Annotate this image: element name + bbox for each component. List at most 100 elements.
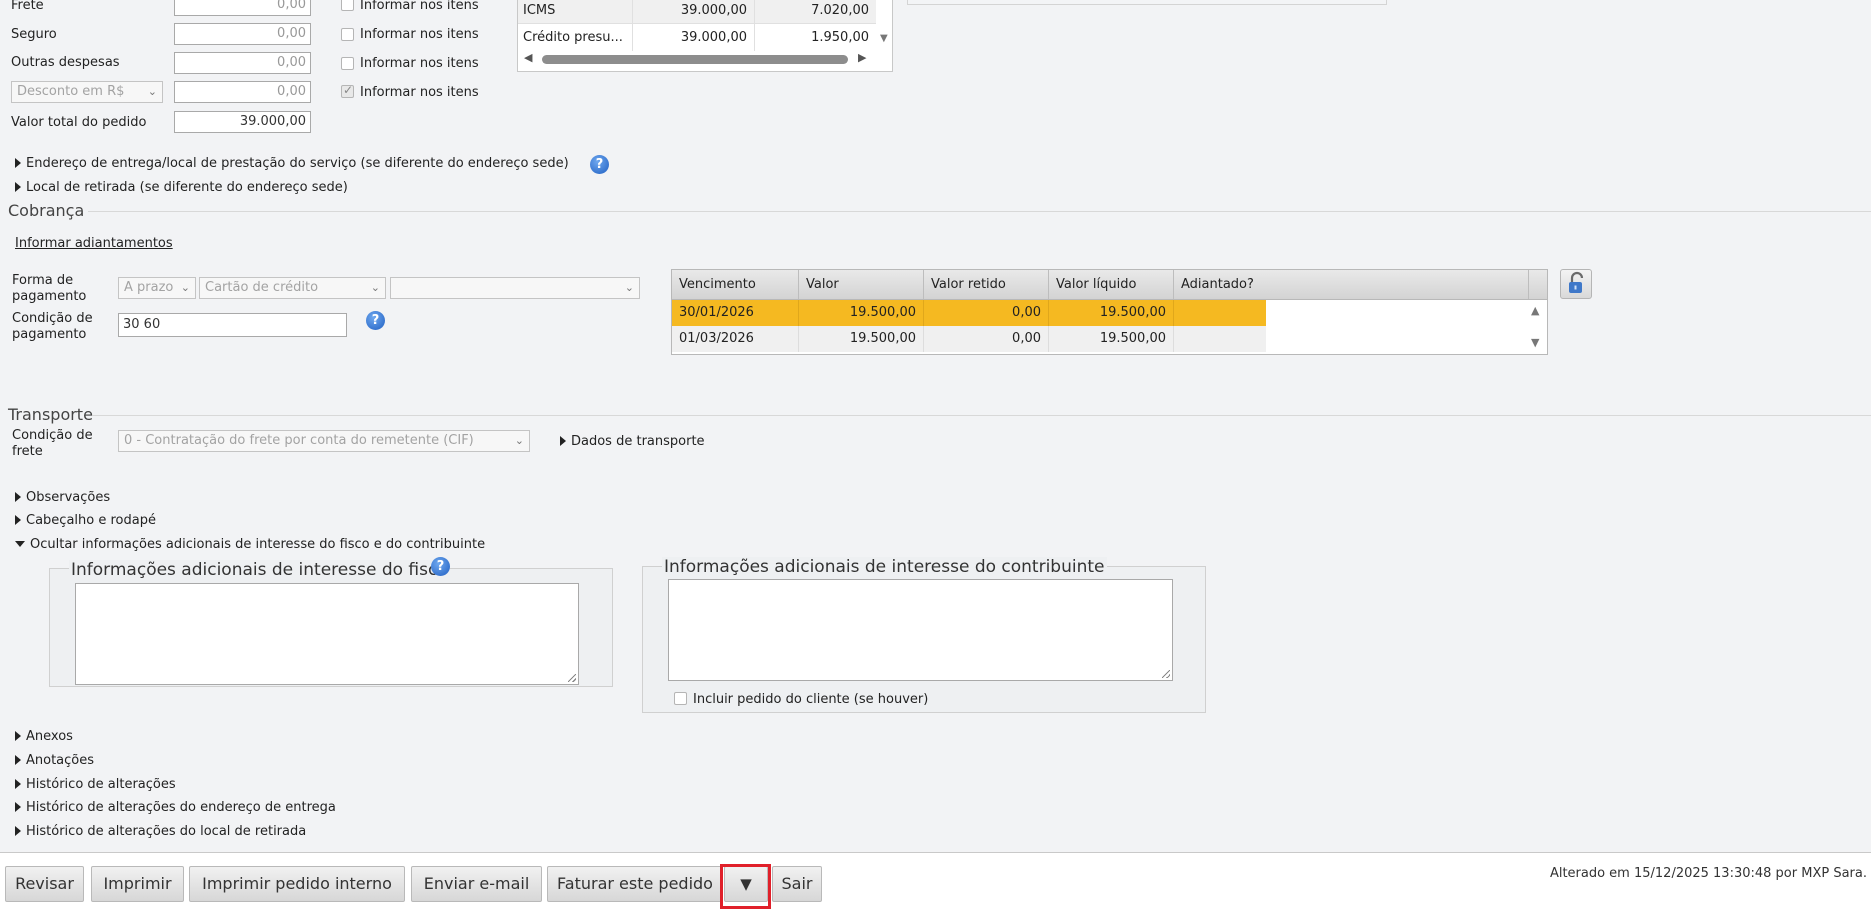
table-row[interactable]: 01/03/2026 19.500,00 0,00 19.500,00	[672, 326, 1266, 352]
condicao-frete-value: 0 - Contratação do frete por conta do re…	[124, 433, 474, 448]
expand-arrow-icon	[560, 436, 566, 446]
tax-table: ICMS 39.000,00 7.020,00 Crédito presu...…	[517, 0, 893, 72]
forma-extra-select[interactable]: ⌄	[390, 277, 640, 299]
col-header-valor[interactable]: Valor	[798, 270, 923, 299]
forma-meio-select[interactable]: Cartão de crédito ⌄	[199, 277, 386, 299]
help-icon[interactable]: ?	[590, 155, 609, 174]
historico-toggle[interactable]: Histórico de alterações	[15, 777, 176, 792]
scroll-up-arrow-icon[interactable]: ▲	[1531, 304, 1539, 317]
contribuinte-textarea[interactable]	[668, 579, 1173, 681]
installments-header: Vencimento Valor Valor retido Valor líqu…	[672, 270, 1547, 300]
col-header-valor-retido[interactable]: Valor retido	[923, 270, 1048, 299]
tax-value: 1.950,00	[754, 24, 876, 51]
help-icon[interactable]: ?	[366, 311, 385, 330]
observacoes-toggle[interactable]: Observações	[15, 490, 110, 505]
dados-transporte-toggle[interactable]: Dados de transporte	[560, 434, 705, 449]
expand-arrow-icon	[15, 826, 21, 836]
installments-table: Vencimento Valor Valor retido Valor líqu…	[671, 269, 1548, 355]
frete-label: Frete	[11, 0, 44, 13]
seguro-input[interactable]: 0,00	[174, 23, 311, 45]
expand-arrow-icon	[15, 755, 21, 765]
frete-informar-checkbox[interactable]	[341, 0, 354, 11]
side-panel	[907, 0, 1387, 5]
divider	[92, 415, 1871, 416]
cell-vencimento: 30/01/2026	[679, 305, 754, 320]
unlock-icon	[1569, 271, 1584, 293]
collapse-arrow-icon	[15, 541, 25, 547]
condicao-pagamento-input[interactable]: 30 60	[118, 313, 347, 337]
desconto-informar-checkbox[interactable]	[341, 83, 354, 98]
endereco-entrega-toggle[interactable]: Endereço de entrega/local de prestação d…	[15, 156, 569, 171]
cobranca-title: Cobrança	[8, 201, 85, 220]
table-row[interactable]: 30/01/2026 19.500,00 0,00 19.500,00	[672, 300, 1266, 326]
expand-arrow-icon	[15, 515, 21, 525]
resize-handle-icon[interactable]	[1162, 670, 1170, 678]
contribuinte-title: Informações adicionais de interesse do c…	[662, 557, 1107, 577]
chevron-down-icon: ⌄	[147, 85, 157, 98]
scroll-left-arrow-icon[interactable]: ◀	[524, 51, 532, 64]
fisco-textarea[interactable]	[75, 583, 579, 685]
desconto-input[interactable]: 0,00	[174, 81, 311, 103]
desconto-type-select[interactable]: Desconto em R$ ⌄	[11, 81, 163, 103]
fisco-title: Informações adicionais de interesse do f…	[69, 560, 450, 580]
outras-despesas-label: Outras despesas	[11, 55, 120, 70]
outras-informar-label: Informar nos itens	[360, 56, 479, 71]
condicao-frete-select[interactable]: 0 - Contratação do frete por conta do re…	[118, 430, 530, 452]
outras-informar-checkbox[interactable]	[341, 57, 354, 70]
col-header-adiantado[interactable]: Adiantado?	[1173, 270, 1529, 299]
cell-adiantado	[1173, 326, 1266, 352]
desconto-select-value: Desconto em R$	[17, 84, 125, 99]
historico-endereco-toggle[interactable]: Histórico de alterações do endereço de e…	[15, 800, 336, 815]
expand-arrow-icon	[15, 182, 21, 192]
divider	[88, 211, 1871, 212]
expand-arrow-icon	[15, 492, 21, 502]
col-header-vencimento[interactable]: Vencimento	[672, 270, 798, 299]
anotacoes-toggle[interactable]: Anotações	[15, 753, 94, 768]
historico-retirada-toggle[interactable]: Histórico de alterações do local de reti…	[15, 824, 306, 839]
condicao-pagamento-label: Condição de pagamento	[12, 311, 93, 342]
cell-valor-retido: 0,00	[923, 300, 1048, 326]
horizontal-scrollbar-thumb[interactable]	[542, 55, 848, 64]
forma-meio-value: Cartão de crédito	[205, 280, 319, 295]
cabecalho-rodape-toggle[interactable]: Cabeçalho e rodapé	[15, 513, 156, 528]
tax-value: 7.020,00	[754, 0, 876, 23]
imprimir-interno-button[interactable]: Imprimir pedido interno	[189, 866, 405, 902]
help-icon[interactable]: ?	[431, 557, 450, 576]
frete-input[interactable]: 0,00	[174, 0, 311, 16]
transporte-title: Transporte	[8, 405, 93, 424]
chevron-down-icon: ⌄	[624, 281, 634, 294]
scroll-down-arrow-icon[interactable]: ▼	[1531, 336, 1539, 349]
forma-prazo-select[interactable]: A prazo ⌄	[118, 277, 196, 299]
col-header-valor-liquido[interactable]: Valor líquido	[1048, 270, 1173, 299]
cell-adiantado	[1173, 300, 1266, 326]
local-retirada-toggle[interactable]: Local de retirada (se diferente do ender…	[15, 180, 348, 195]
seguro-informar-checkbox[interactable]	[341, 28, 354, 41]
unlock-button[interactable]	[1560, 269, 1592, 299]
resize-handle-icon[interactable]	[568, 674, 576, 682]
imprimir-button[interactable]: Imprimir	[91, 866, 184, 902]
anexos-toggle[interactable]: Anexos	[15, 729, 73, 744]
valor-total-input: 39.000,00	[174, 111, 311, 133]
tax-row-credito: Crédito presu... 39.000,00 1.950,00	[518, 24, 876, 51]
revisar-button[interactable]: Revisar	[5, 866, 84, 902]
incluir-pedido-checkbox[interactable]	[674, 692, 687, 705]
informar-adiantamentos-link[interactable]: Informar adiantamentos	[15, 236, 173, 251]
alterado-em-text: Alterado em 15/12/2025 13:30:48 por MXP …	[1549, 866, 1867, 881]
ocultar-informacoes-toggle[interactable]: Ocultar informações adicionais de intere…	[15, 537, 485, 552]
cell-vencimento: 01/03/2026	[679, 331, 754, 346]
faturar-button[interactable]: Faturar este pedido	[547, 866, 723, 902]
enviar-email-button[interactable]: Enviar e-mail	[411, 866, 542, 902]
scroll-down-arrow-icon[interactable]: ▼	[880, 33, 888, 44]
sair-button[interactable]: Sair	[772, 866, 822, 902]
desconto-informar-label: Informar nos itens	[360, 85, 479, 100]
outras-despesas-input[interactable]: 0,00	[174, 52, 311, 74]
chevron-down-icon: ⌄	[370, 281, 380, 294]
seguro-label: Seguro	[11, 27, 57, 42]
scroll-right-arrow-icon[interactable]: ▶	[858, 51, 866, 64]
cell-valor-retido: 0,00	[923, 326, 1048, 352]
chevron-down-icon: ⌄	[514, 434, 524, 447]
condicao-frete-label: Condição de frete	[12, 428, 93, 459]
expand-arrow-icon	[15, 802, 21, 812]
seguro-informar-label: Informar nos itens	[360, 27, 479, 42]
tax-name: ICMS	[523, 3, 556, 18]
